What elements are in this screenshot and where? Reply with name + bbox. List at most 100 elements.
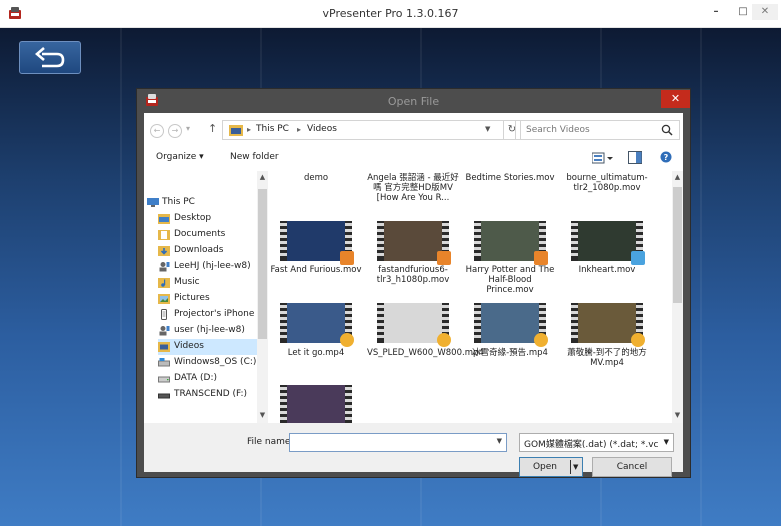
forward-nav-button[interactable]: →	[168, 124, 182, 138]
open-file-dialog: Open File ✕ ← → ▾ ↑ ▸ This PC ▸ Videos ▼…	[136, 88, 691, 478]
search-input[interactable]	[516, 121, 656, 139]
nav-item-videos[interactable]: Videos	[158, 339, 263, 355]
open-button[interactable]: Open ▼	[519, 457, 583, 477]
file-name: 冰雪奇緣-預告.mp4	[472, 348, 548, 358]
cancel-button[interactable]: Cancel	[592, 457, 672, 477]
minimize-button[interactable]: –	[705, 4, 727, 20]
nav-item-iphone[interactable]: Projector's iPhone	[158, 307, 263, 323]
video-thumbnail	[474, 303, 548, 347]
app-titlebar: vPresenter Pro 1.3.0.167 – □ ✕	[0, 0, 781, 28]
pictures-folder-icon	[158, 294, 170, 304]
drive-icon	[158, 376, 170, 383]
search-icon	[661, 124, 673, 136]
dialog-close-button[interactable]: ✕	[661, 90, 690, 108]
breadcrumb-this-pc[interactable]: This PC	[256, 124, 289, 134]
file-name: Harry Potter and The Half-Blood Prince.m…	[465, 265, 555, 295]
scrollbar-thumb[interactable]	[258, 189, 267, 339]
media-type-badge-icon	[631, 333, 645, 347]
videos-folder-icon	[229, 125, 243, 136]
media-type-badge-icon	[437, 333, 451, 347]
media-type-badge-icon	[534, 251, 548, 265]
usb-drive-icon	[158, 393, 170, 399]
dialog-titlebar: Open File ✕	[137, 89, 690, 113]
video-thumbnail	[280, 303, 354, 347]
video-thumbnail	[280, 385, 352, 423]
dialog-body: ← → ▾ ↑ ▸ This PC ▸ Videos ▼ ↻ Organize …	[144, 113, 683, 477]
search-box[interactable]	[515, 120, 680, 140]
media-type-badge-icon	[631, 251, 645, 265]
file-name: Angela 張韶涵 - 最近好嗎 官方完整HD版MV [How Are You…	[367, 173, 459, 203]
nav-label: Windows8_OS (C:)	[174, 357, 257, 367]
dialog-title: Open File	[387, 95, 440, 108]
nav-label: LeeHJ (hj-lee-w8)	[174, 261, 251, 271]
svg-text:?: ?	[664, 153, 669, 162]
scrollbar-thumb[interactable]	[673, 187, 682, 303]
file-name: VS_PLED_W600_W800.mp4	[367, 348, 484, 358]
nav-item-user[interactable]: user (hj-lee-w8)	[158, 323, 263, 339]
file-list: demo Angela 張韶涵 - 最近好嗎 官方完整HD版MV [How Ar…	[270, 171, 672, 423]
nav-item-music[interactable]: Music	[158, 275, 263, 291]
nav-item-leehj[interactable]: LeeHJ (hj-lee-w8)	[158, 259, 263, 275]
file-list-scrollbar[interactable]: ▲ ▼	[672, 171, 683, 423]
nav-item-downloads[interactable]: Downloads	[158, 243, 263, 259]
nav-label: TRANSCEND (F:)	[174, 389, 248, 399]
help-icon[interactable]: ?	[660, 151, 672, 163]
navigation-scrollbar[interactable]: ▲ ▼	[257, 171, 268, 423]
scroll-down-arrow-icon[interactable]: ▼	[672, 411, 683, 419]
maximize-button[interactable]: □	[732, 4, 754, 20]
nav-label: Downloads	[174, 245, 224, 255]
up-arrow-icon[interactable]: ↑	[208, 122, 217, 135]
video-thumbnail	[571, 303, 645, 347]
nav-item-documents[interactable]: Documents	[158, 227, 263, 243]
file-name-combobox[interactable]: ▼	[289, 433, 507, 452]
network-user-icon	[159, 262, 170, 272]
drive-icon	[158, 358, 170, 367]
file-name-label: File name:	[247, 437, 294, 447]
nav-item-windows8-os[interactable]: Windows8_OS (C:)	[158, 355, 263, 371]
file-name-input[interactable]	[290, 434, 486, 451]
videos-folder-icon	[158, 342, 170, 352]
chevron-down-icon: ▼	[663, 438, 669, 446]
media-type-badge-icon	[437, 251, 451, 265]
scroll-up-arrow-icon[interactable]: ▲	[257, 173, 268, 181]
preview-pane-icon[interactable]	[628, 151, 642, 164]
address-bar[interactable]: ▸ This PC ▸ Videos ▼	[222, 120, 504, 140]
nav-item-desktop[interactable]: Desktop	[158, 211, 263, 227]
documents-folder-icon	[158, 230, 170, 240]
back-button[interactable]	[19, 41, 81, 74]
organize-menu[interactable]: Organize ▾	[156, 152, 204, 162]
video-thumbnail	[377, 221, 451, 265]
chevron-down-icon[interactable]: ▼	[497, 437, 502, 445]
back-nav-button[interactable]: ←	[150, 124, 164, 138]
video-thumbnail	[571, 221, 645, 265]
breadcrumb-videos[interactable]: Videos	[307, 124, 337, 134]
breadcrumb-separator: ▸	[247, 125, 252, 134]
music-folder-icon	[158, 278, 170, 288]
media-type-badge-icon	[340, 333, 354, 347]
close-window-button[interactable]: ✕	[752, 4, 778, 20]
file-type-select[interactable]: GOM媒體檔案(.dat) (*.dat; *.vc ▼	[519, 433, 674, 452]
nav-label: user (hj-lee-w8)	[174, 325, 245, 335]
nav-label: DATA (D:)	[174, 373, 218, 383]
nav-label: Projector's iPhone	[174, 309, 255, 319]
network-user-icon	[159, 326, 170, 336]
nav-item-transcend[interactable]: TRANSCEND (F:)	[158, 387, 263, 403]
downloads-folder-icon	[158, 246, 170, 256]
file-name: Let it go.mp4	[287, 348, 345, 358]
nav-item-this-pc[interactable]: This PC	[147, 195, 252, 211]
nav-label: Pictures	[174, 293, 210, 303]
address-dropdown-icon[interactable]: ▼	[485, 125, 490, 133]
video-thumbnail	[474, 221, 548, 265]
video-thumbnail	[377, 303, 451, 347]
new-folder-button[interactable]: New folder	[230, 152, 279, 162]
scroll-down-arrow-icon[interactable]: ▼	[257, 411, 268, 419]
video-thumbnail	[280, 221, 354, 265]
split-divider	[570, 460, 571, 474]
change-view-icon[interactable]	[592, 152, 614, 164]
open-options-chevron-icon[interactable]: ▼	[573, 463, 578, 471]
nav-item-pictures[interactable]: Pictures	[158, 291, 263, 307]
recent-locations-chevron-icon[interactable]: ▾	[186, 124, 190, 133]
file-type-value: GOM媒體檔案(.dat) (*.dat; *.vc	[524, 440, 659, 450]
scroll-up-arrow-icon[interactable]: ▲	[672, 173, 683, 181]
nav-item-data-drive[interactable]: DATA (D:)	[158, 371, 263, 387]
